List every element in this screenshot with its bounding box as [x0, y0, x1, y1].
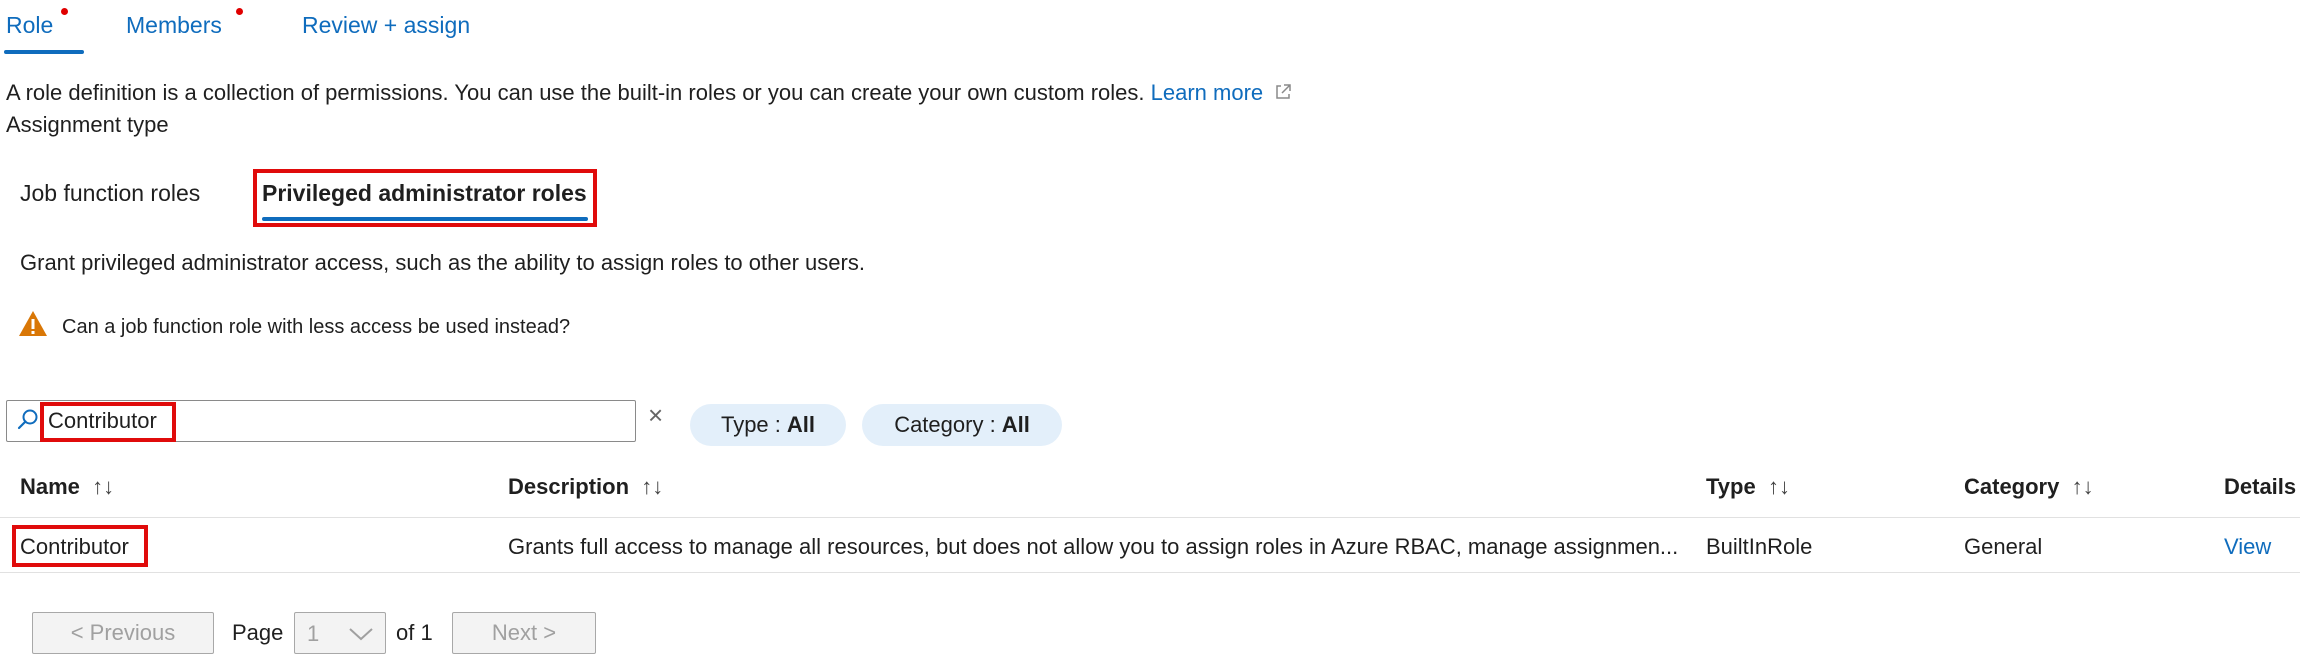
- clear-search-icon[interactable]: ×: [648, 400, 663, 431]
- search-value: Contributor: [48, 408, 157, 433]
- intro-text: A role definition is a collection of per…: [6, 80, 1145, 105]
- category-filter-pill[interactable]: Category : All: [862, 404, 1062, 446]
- tab-role[interactable]: Role: [6, 12, 53, 39]
- assignment-type-label: Assignment type: [6, 112, 169, 137]
- page-select[interactable]: 1: [294, 612, 386, 654]
- column-header-name[interactable]: Name ↑↓: [20, 474, 114, 500]
- cell-type: BuiltInRole: [1706, 534, 1813, 559]
- column-header-label: Category: [1964, 474, 2060, 499]
- warning-icon: [19, 311, 47, 336]
- row-divider: [0, 572, 2300, 573]
- sort-icon[interactable]: ↑↓: [1762, 474, 1790, 499]
- required-indicator: [61, 8, 68, 15]
- search-icon: [17, 409, 38, 430]
- filter-value: All: [786, 412, 816, 437]
- external-link-icon: [1276, 84, 1292, 99]
- view-details-link[interactable]: View: [2224, 534, 2271, 560]
- sort-icon[interactable]: ↑↓: [635, 474, 663, 499]
- page-of-label: of 1: [396, 620, 433, 645]
- tab-review-assign[interactable]: Review + assign: [302, 12, 470, 39]
- previous-button[interactable]: < Previous: [32, 612, 214, 654]
- filter-value: All: [1001, 412, 1030, 437]
- column-header-details: Details: [2224, 474, 2297, 499]
- learn-more-label: Learn more: [1150, 80, 1264, 105]
- column-header-label: Name: [20, 474, 80, 499]
- tab-job-function-roles[interactable]: Job function roles: [20, 180, 200, 207]
- cell-name: Contributor: [20, 534, 129, 559]
- column-header-type[interactable]: Type ↑↓: [1706, 474, 1790, 500]
- sort-icon[interactable]: ↑↓: [2065, 474, 2094, 499]
- column-header-label: Type: [1706, 474, 1756, 499]
- filter-label: Category :: [894, 412, 996, 437]
- privileged-description: Grant privileged administrator access, s…: [20, 250, 865, 275]
- column-header-description[interactable]: Description ↑↓: [508, 474, 663, 500]
- next-button[interactable]: Next >: [452, 612, 596, 654]
- cell-description: Grants full access to manage all resourc…: [508, 534, 1679, 559]
- type-filter-pill[interactable]: Type : All: [690, 404, 846, 446]
- filter-label: Type :: [720, 412, 781, 437]
- active-tab-underline: [4, 50, 84, 54]
- tab-privileged-administrator-roles[interactable]: Privileged administrator roles: [262, 180, 587, 207]
- active-role-tab-underline: [262, 217, 588, 221]
- tab-members[interactable]: Members: [126, 12, 222, 39]
- sort-icon[interactable]: ↑↓: [86, 474, 114, 499]
- page-label: Page: [232, 620, 284, 645]
- page-select-value: 1: [307, 621, 320, 646]
- intro-text-line: A role definition is a collection of per…: [6, 80, 1293, 106]
- learn-more-link[interactable]: Learn more: [1151, 80, 1294, 105]
- column-header-category[interactable]: Category ↑↓: [1964, 474, 2094, 500]
- warning-text: Can a job function role with less access…: [62, 316, 571, 338]
- chevron-down-icon: [349, 628, 373, 641]
- required-indicator: [236, 8, 243, 15]
- column-header-label: Description: [508, 474, 630, 499]
- cell-category: General: [1964, 534, 2043, 559]
